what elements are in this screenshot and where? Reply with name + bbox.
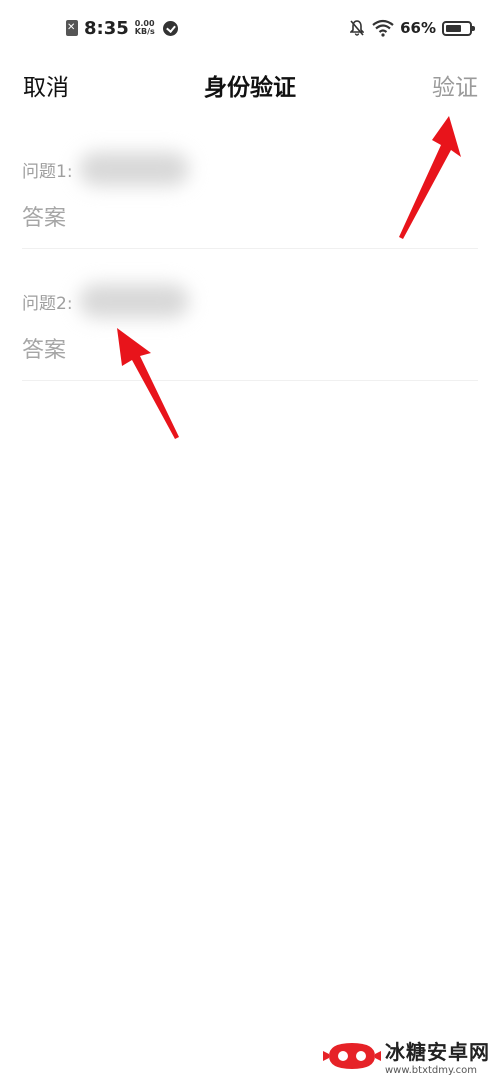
watermark-url: www.btxtdmy.com	[385, 1065, 478, 1076]
arrow-to-question2-icon	[117, 328, 179, 439]
watermark-logo-icon	[323, 1043, 381, 1069]
annotation-arrows	[117, 116, 461, 439]
watermark-title: 冰糖安卓网	[385, 1040, 490, 1064]
watermark: 冰糖安卓网 www.btxtdmy.com	[323, 1036, 490, 1076]
arrow-to-verify-icon	[399, 116, 461, 239]
watermark-text: 冰糖安卓网 www.btxtdmy.com	[385, 1036, 490, 1076]
